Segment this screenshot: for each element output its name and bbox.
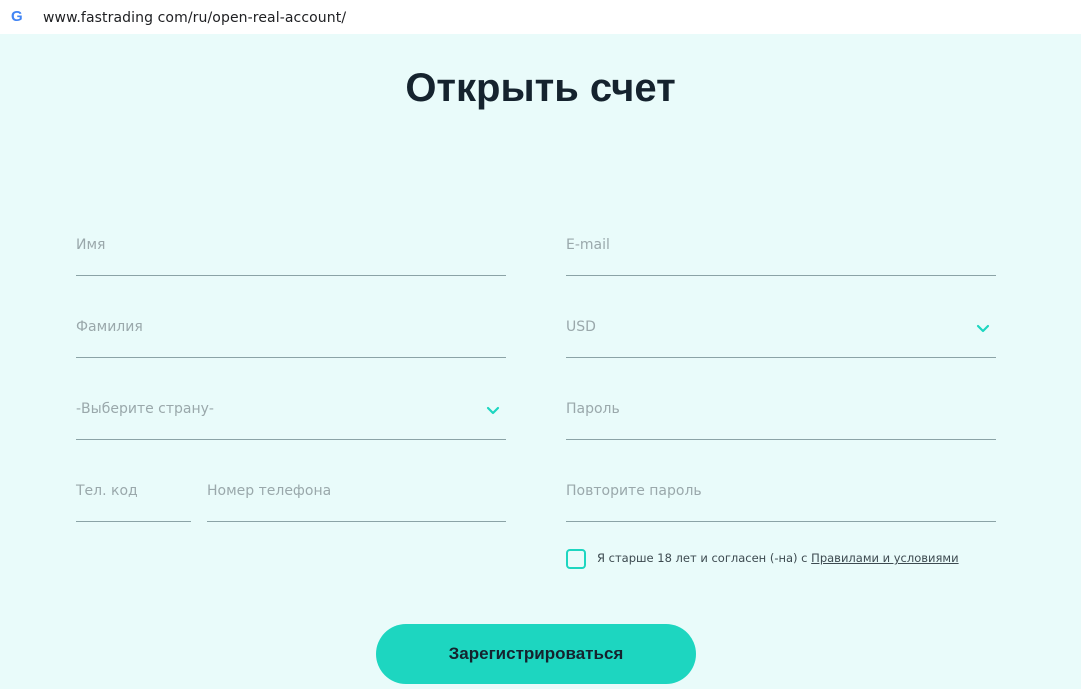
- page-title: Открыть счет: [405, 66, 676, 110]
- first-name-placeholder: Имя: [76, 237, 106, 253]
- country-select[interactable]: -Выберите страну-: [76, 392, 506, 440]
- first-name-field[interactable]: Имя: [76, 228, 506, 276]
- repeat-password-placeholder: Повторите пароль: [566, 483, 702, 499]
- phone-number-field[interactable]: Номер телефона: [207, 474, 506, 522]
- agree-label: Я старше 18 лет и согласен (-на) с: [597, 551, 812, 565]
- email-field[interactable]: E-mail: [566, 228, 996, 276]
- currency-value: USD: [566, 319, 596, 335]
- google-g-icon: G: [11, 8, 23, 25]
- register-button[interactable]: Зарегистрироваться: [376, 624, 696, 684]
- repeat-password-field[interactable]: Повторите пароль: [566, 474, 996, 522]
- phone-code-field[interactable]: Тел. код: [76, 474, 191, 522]
- last-name-placeholder: Фамилия: [76, 319, 143, 335]
- terms-link[interactable]: Правилами и условиями: [811, 551, 958, 565]
- country-placeholder: -Выберите страну-: [76, 401, 214, 417]
- url-text[interactable]: www.fastrading com/ru/open-real-account/: [43, 10, 346, 26]
- currency-select[interactable]: USD: [566, 310, 996, 358]
- agree-text: Я старше 18 лет и согласен (-на) с Прави…: [597, 551, 959, 565]
- phone-number-placeholder: Номер телефона: [207, 483, 332, 499]
- chevron-down-icon: [976, 324, 990, 333]
- phone-code-placeholder: Тел. код: [76, 483, 138, 499]
- chevron-down-icon: [486, 406, 500, 415]
- address-bar[interactable]: G www.fastrading com/ru/open-real-accoun…: [0, 0, 1081, 34]
- last-name-field[interactable]: Фамилия: [76, 310, 506, 358]
- age-terms-checkbox[interactable]: [566, 549, 586, 569]
- email-placeholder: E-mail: [566, 237, 610, 253]
- password-field[interactable]: Пароль: [566, 392, 996, 440]
- password-placeholder: Пароль: [566, 401, 620, 417]
